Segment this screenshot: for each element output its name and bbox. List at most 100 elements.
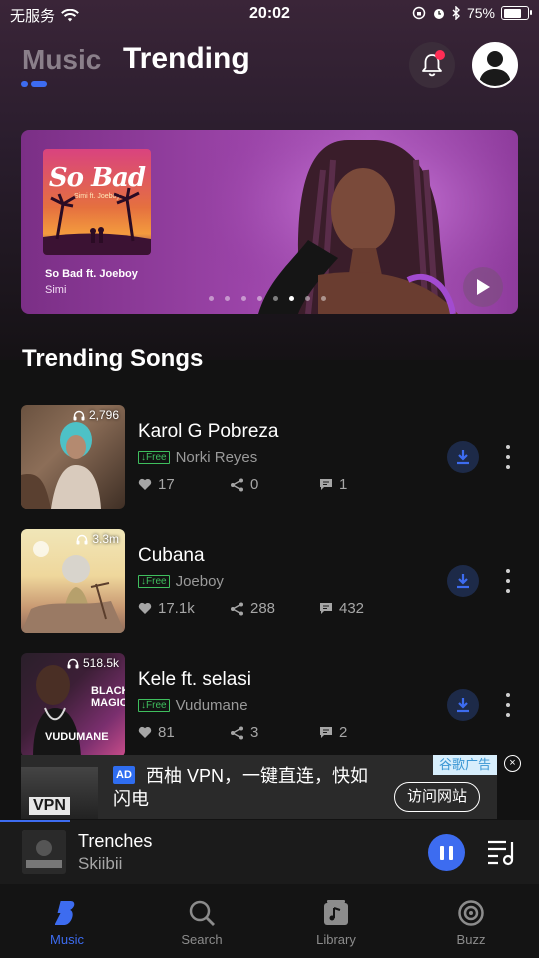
tab-indicator: [21, 81, 47, 87]
share-icon: [231, 726, 243, 739]
download-button[interactable]: [447, 689, 479, 721]
now-playing-artist: Skiibii: [78, 854, 123, 873]
banner-play-button[interactable]: [463, 267, 503, 307]
download-icon: [457, 450, 469, 465]
status-right: 75%: [412, 5, 532, 21]
page-header: Music Trending: [0, 38, 539, 98]
pause-button[interactable]: [428, 834, 465, 871]
ad-banner[interactable]: VPN 西柚 VPN，一键直连，快如闪电 AD 访问网站: [21, 755, 497, 819]
ad-visit-button[interactable]: 访问网站: [394, 782, 481, 812]
tab-label: Search: [181, 932, 223, 947]
playlist-queue-icon[interactable]: [486, 836, 518, 868]
free-tag: ↓Free: [138, 699, 170, 712]
banner-artist: Simi: [45, 284, 67, 296]
heart-icon: [138, 726, 152, 738]
comment-count: 432: [339, 600, 365, 617]
page-dot-active: [289, 296, 294, 301]
album-art: [22, 830, 66, 874]
ad-label: 谷歌广告: [433, 755, 497, 775]
share-count: 0: [250, 476, 259, 493]
download-icon: [457, 698, 469, 713]
now-playing-title: Trenches: [78, 831, 153, 851]
comment-stat[interactable]: 2: [319, 724, 347, 741]
song-artist-row: ↓Free Joeboy: [138, 573, 224, 590]
song-artist-row: ↓Free Norki Reyes: [138, 449, 257, 466]
share-stat[interactable]: 288: [230, 600, 275, 617]
page-dot: [321, 296, 326, 301]
like-stat[interactable]: 17.1k: [138, 600, 195, 617]
share-stat[interactable]: 0: [230, 476, 258, 493]
page-dot: [241, 296, 246, 301]
search-icon: [189, 900, 215, 926]
banner-album-cover: So Bad Simi ft. Joeboy: [43, 149, 151, 255]
headphones-icon: [67, 658, 79, 668]
download-icon: [457, 574, 469, 589]
listen-count-badge: 2,796: [73, 408, 119, 422]
ad-thumbnail: VPN: [21, 767, 98, 819]
now-playing-cover: [22, 830, 66, 874]
more-options-button[interactable]: [500, 445, 516, 469]
tab-library-nav[interactable]: Library: [296, 898, 376, 947]
song-title: Karol G Pobreza: [138, 421, 279, 442]
thumb-text: BLACK: [91, 685, 125, 697]
music-logo-icon: [55, 901, 75, 925]
share-count: 288: [250, 600, 276, 617]
like-count: 17: [158, 476, 175, 493]
banner-song-title: So Bad ft. Joeboy: [45, 268, 138, 280]
listen-count: 3.3m: [92, 532, 119, 546]
notifications-button[interactable]: [409, 42, 455, 88]
song-artist: Joeboy: [175, 573, 224, 590]
buzz-icon: [458, 900, 484, 926]
song-thumbnail: 2,796: [21, 405, 125, 509]
thumb-text: MAGIC: [91, 697, 125, 709]
library-icon: [324, 900, 348, 925]
mini-player[interactable]: Trenches Skiibii: [0, 820, 539, 884]
tab-trending[interactable]: Trending: [123, 42, 250, 76]
user-avatar-icon: [479, 51, 511, 86]
tab-music[interactable]: Music: [22, 44, 101, 76]
listen-count: 2,796: [88, 408, 119, 422]
comment-icon: [320, 479, 332, 490]
ad-thumb-text: VPN: [29, 797, 70, 815]
comment-icon: [320, 603, 332, 614]
like-count: 17.1k: [158, 600, 195, 617]
comment-count: 2: [339, 724, 348, 741]
comment-stat[interactable]: 1: [319, 476, 347, 493]
tab-music-nav[interactable]: Music: [27, 898, 107, 947]
heart-icon: [138, 478, 152, 490]
song-title: Cubana: [138, 545, 205, 566]
download-button[interactable]: [447, 441, 479, 473]
song-artist: Norki Reyes: [175, 449, 258, 466]
status-bar: 无服务 20:02 75%: [0, 0, 539, 30]
like-stat[interactable]: 81: [138, 724, 175, 741]
song-row[interactable]: BLACK MAGIC VUDUMANE 518.5k Kele ft. sel…: [0, 653, 539, 757]
song-thumbnail: 3.3m: [21, 529, 125, 633]
play-icon: [477, 279, 490, 295]
page-dot: [257, 296, 262, 301]
featured-banner[interactable]: So Bad Simi ft. Joeboy So Bad ft. Joeboy…: [21, 130, 518, 314]
ad-close-button[interactable]: ×: [504, 755, 521, 772]
thumb-text: VUDUMANE: [45, 731, 109, 743]
more-options-button[interactable]: [500, 693, 516, 717]
tab-label: Buzz: [456, 932, 486, 947]
download-button[interactable]: [447, 565, 479, 597]
ad-text: 西柚 VPN，一键直连，快如闪电: [113, 766, 369, 809]
comment-stat[interactable]: 432: [319, 600, 364, 617]
battery-icon: [501, 6, 532, 20]
tab-buzz-nav[interactable]: Buzz: [431, 898, 511, 947]
listen-count-badge: 3.3m: [76, 532, 119, 546]
more-options-button[interactable]: [500, 569, 516, 593]
song-row[interactable]: 3.3m Cubana ↓Free Joeboy 17.1k 288 432: [0, 529, 539, 633]
tab-label: Library: [316, 932, 356, 947]
like-count: 81: [158, 724, 175, 741]
ad-badge: AD: [113, 766, 135, 784]
song-row[interactable]: 2,796 Karol G Pobreza ↓Free Norki Reyes …: [0, 405, 539, 509]
profile-avatar-button[interactable]: [472, 42, 518, 88]
tab-search-nav[interactable]: Search: [162, 898, 242, 947]
listen-count-badge: 518.5k: [67, 656, 119, 670]
rotation-lock-icon: [412, 6, 426, 20]
like-stat[interactable]: 17: [138, 476, 175, 493]
heart-icon: [138, 602, 152, 614]
share-count: 3: [250, 724, 259, 741]
share-stat[interactable]: 3: [230, 724, 258, 741]
